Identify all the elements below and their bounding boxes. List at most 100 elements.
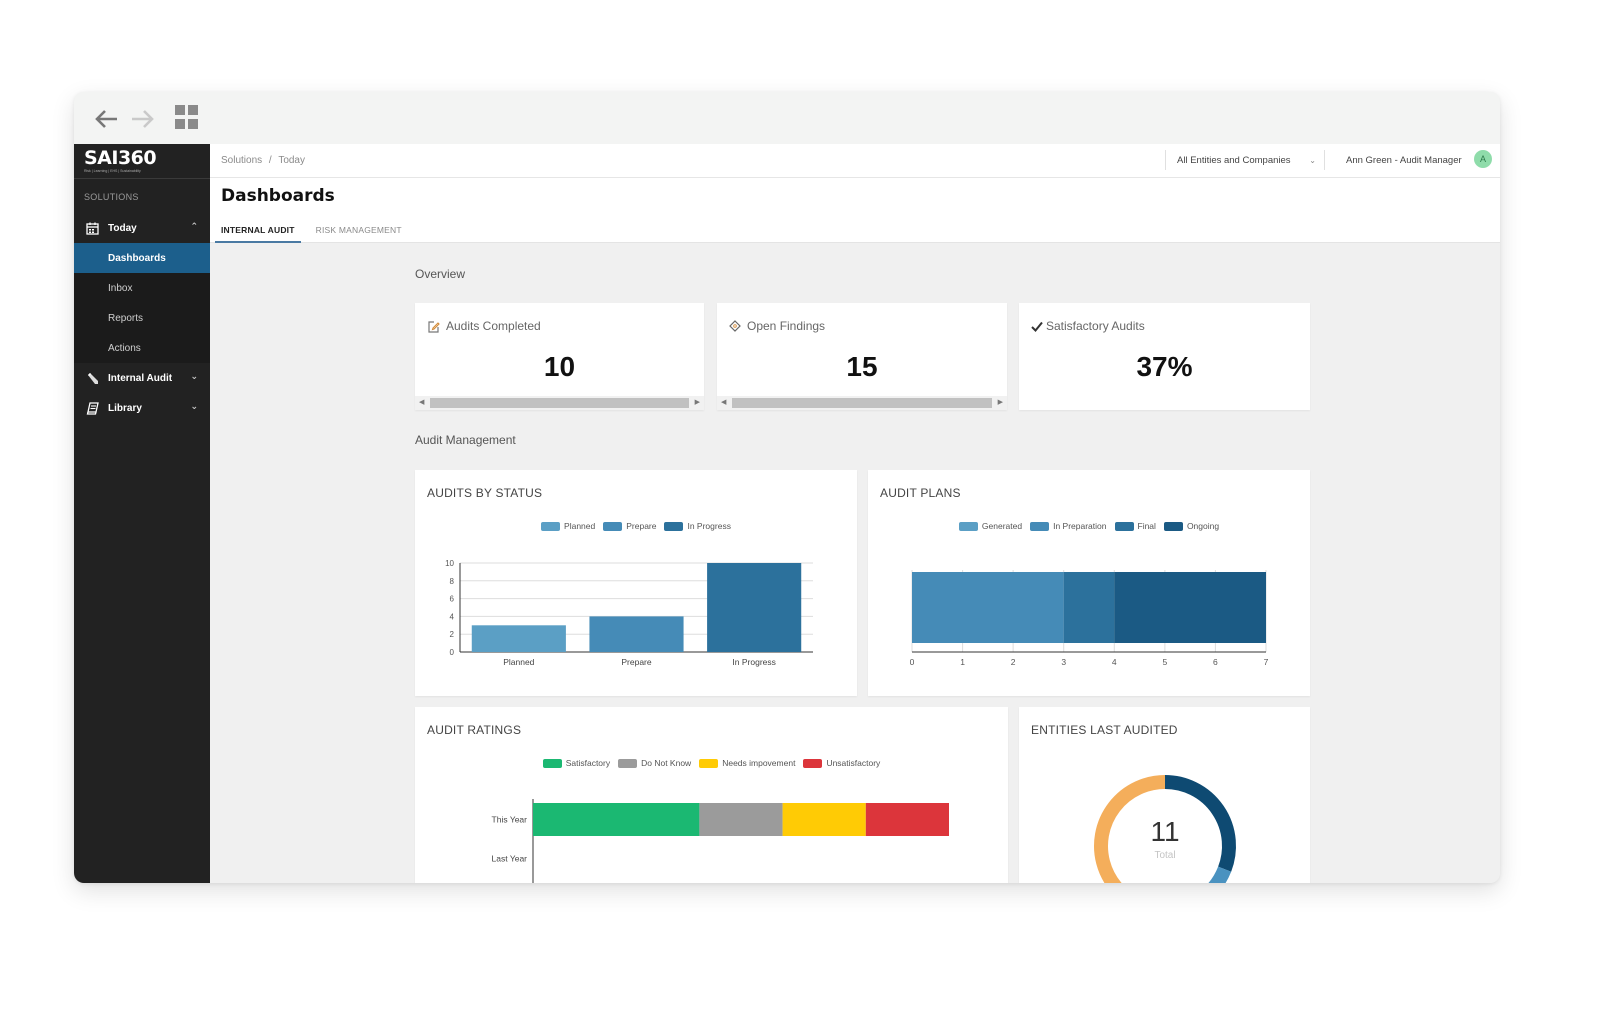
x-tick-label: 2 [1011, 657, 1016, 667]
sidebar-item-today[interactable]: Today ⌃ [74, 213, 210, 243]
chart-card-audit-ratings: AUDIT RATINGS Satisfactory Do Not Know N… [415, 707, 1008, 883]
kpi-card-open-findings[interactable]: Open Findings 15 ◀ ▶ [717, 303, 1007, 410]
back-button[interactable] [92, 106, 120, 132]
topbar: Solutions / Today All Entities and Compa… [210, 144, 1500, 178]
kpi-value: 10 [543, 351, 576, 382]
overview-section-title: Overview [415, 267, 466, 281]
x-tick-label: 7 [1264, 657, 1269, 667]
kpi-label-text: Open Findings [747, 319, 826, 333]
x-tick-label: 1 [960, 657, 965, 667]
logo[interactable]: SAI360 Risk | Learning | EHS | Sustainab… [74, 144, 210, 179]
diamond-icon [729, 320, 741, 332]
audit-management-section-title: Audit Management [415, 433, 516, 447]
tab-risk-management[interactable]: RISK MANAGEMENT [310, 221, 408, 243]
scroll-left-icon[interactable]: ◀ [721, 398, 726, 406]
scrollbar-thumb[interactable] [732, 398, 992, 408]
entity-selector-value: All Entities and Companies [1177, 154, 1291, 166]
page-header: Dashboards INTERNAL AUDIT RISK MANAGEMEN… [210, 178, 1500, 243]
tab-bar: INTERNAL AUDIT RISK MANAGEMENT [215, 221, 417, 243]
calendar-icon [84, 220, 100, 236]
kpi-card-satisfactory-audits[interactable]: Satisfactory Audits 37% [1019, 303, 1310, 410]
sidebar-item-library[interactable]: Library ⌄ [74, 393, 210, 423]
sidebar-subitem-reports[interactable]: Reports [74, 303, 210, 333]
entities-donut-chart: 11 Total [1094, 775, 1236, 883]
chevron-down-icon: ⌄ [190, 371, 198, 381]
horizontal-scrollbar[interactable]: ◀ ▶ [717, 396, 1007, 410]
bar-segment-needs-impovement [782, 803, 866, 836]
grid-icon [175, 105, 185, 115]
y-tick-label: 4 [450, 612, 455, 621]
edit-document-icon [427, 320, 440, 333]
scroll-right-icon[interactable]: ▶ [998, 398, 1003, 406]
bar-segment-in-preparation [912, 572, 1064, 643]
horizontal-scrollbar[interactable]: ◀ ▶ [415, 396, 704, 410]
chevron-down-icon: ⌄ [1309, 155, 1316, 165]
x-tick-label: 3 [1061, 657, 1066, 667]
kpi-label-text: Audits Completed [446, 319, 541, 333]
kpi-label-text: Satisfactory Audits [1046, 319, 1145, 333]
sidebar-item-label: Library [108, 402, 142, 414]
logo-tagline: Risk | Learning | EHS | Sustainability [84, 169, 141, 173]
scrollbar-thumb[interactable] [430, 398, 689, 408]
browser-toolbar [74, 92, 1500, 144]
x-tick-label: Planned [503, 657, 534, 667]
breadcrumb-solutions[interactable]: Solutions [221, 155, 262, 166]
breadcrumb: Solutions / Today [221, 155, 305, 166]
breadcrumb-today[interactable]: Today [278, 155, 305, 166]
sidebar-subitem-dashboards[interactable]: Dashboards [74, 243, 210, 273]
donut-slice-2 [1094, 775, 1166, 883]
chart-card-entities-last-audited: ENTITIES LAST AUDITED 11 Total [1019, 707, 1310, 883]
kpi-label: Satisfactory Audits [1031, 319, 1145, 333]
bar-segment-unsatisfactory [865, 803, 949, 836]
sidebar-item-internal-audit[interactable]: Internal Audit ⌄ [74, 363, 210, 393]
grid-icon [175, 118, 185, 129]
bar-planned [471, 625, 566, 652]
scroll-right-icon[interactable]: ▶ [695, 398, 700, 406]
bar-in-progress [707, 563, 802, 652]
x-tick-label: 5 [1162, 657, 1167, 667]
apps-grid-button[interactable] [175, 105, 199, 129]
kpi-label: Open Findings [729, 319, 825, 333]
logo-text: SAI360 [84, 147, 157, 169]
audits-by-status-chart: 0 2 4 6 8 10 Planned Prepare In Progress [445, 559, 813, 667]
arrow-right-icon [132, 110, 154, 128]
kpi-card-audits-completed[interactable]: Audits Completed 10 ◀ ▶ [415, 303, 704, 410]
sidebar-item-label: Today [108, 222, 137, 234]
y-tick-label: 8 [450, 577, 455, 586]
x-tick-label: 6 [1213, 657, 1218, 667]
breadcrumb-separator: / [268, 155, 272, 166]
avatar[interactable]: A [1474, 150, 1492, 168]
donut-center-value: 11 [1150, 816, 1179, 847]
y-tick-label: 0 [450, 648, 455, 657]
donut-center-label: Total [1154, 850, 1175, 861]
audit-plans-chart: 0 1 2 3 4 5 6 7 [910, 570, 1269, 667]
user-menu[interactable]: Ann Green - Audit Manager [1346, 155, 1462, 166]
y-tick-label: 6 [450, 595, 455, 604]
kpi-value: 37% [1136, 351, 1193, 382]
sidebar-subitem-inbox[interactable]: Inbox [74, 273, 210, 303]
scroll-left-icon[interactable]: ◀ [419, 398, 424, 406]
bar-segment-ongoing [1114, 572, 1266, 643]
chevron-up-icon: ⌃ [190, 221, 198, 231]
x-tick-label: 4 [1112, 657, 1117, 667]
pencil-icon [84, 370, 100, 386]
donut-slice-1 [1208, 866, 1232, 883]
entity-selector-dropdown[interactable]: All Entities and Companies ⌄ [1165, 150, 1325, 170]
audit-ratings-chart: This Year Last Year [492, 799, 949, 883]
sidebar-subitem-actions[interactable]: Actions [74, 333, 210, 363]
y-tick-label: This Year [492, 815, 528, 825]
sidebar-section-label: SOLUTIONS [84, 192, 139, 202]
y-tick-label: 2 [450, 630, 455, 639]
x-tick-label: 0 [910, 657, 915, 667]
chart-card-audits-by-status: AUDITS BY STATUS Planned Prepare In Prog… [415, 470, 857, 696]
chevron-down-icon: ⌄ [190, 401, 198, 411]
page-title: Dashboards [221, 186, 335, 206]
bar-segment-final [1063, 572, 1115, 643]
forward-button[interactable] [129, 106, 157, 132]
kpi-label: Audits Completed [427, 319, 541, 333]
kpi-value: 15 [846, 351, 878, 382]
tab-internal-audit[interactable]: INTERNAL AUDIT [215, 221, 301, 243]
grid-icon [188, 118, 198, 129]
y-tick-label: 10 [445, 559, 454, 568]
y-tick-label: Last Year [492, 854, 528, 864]
